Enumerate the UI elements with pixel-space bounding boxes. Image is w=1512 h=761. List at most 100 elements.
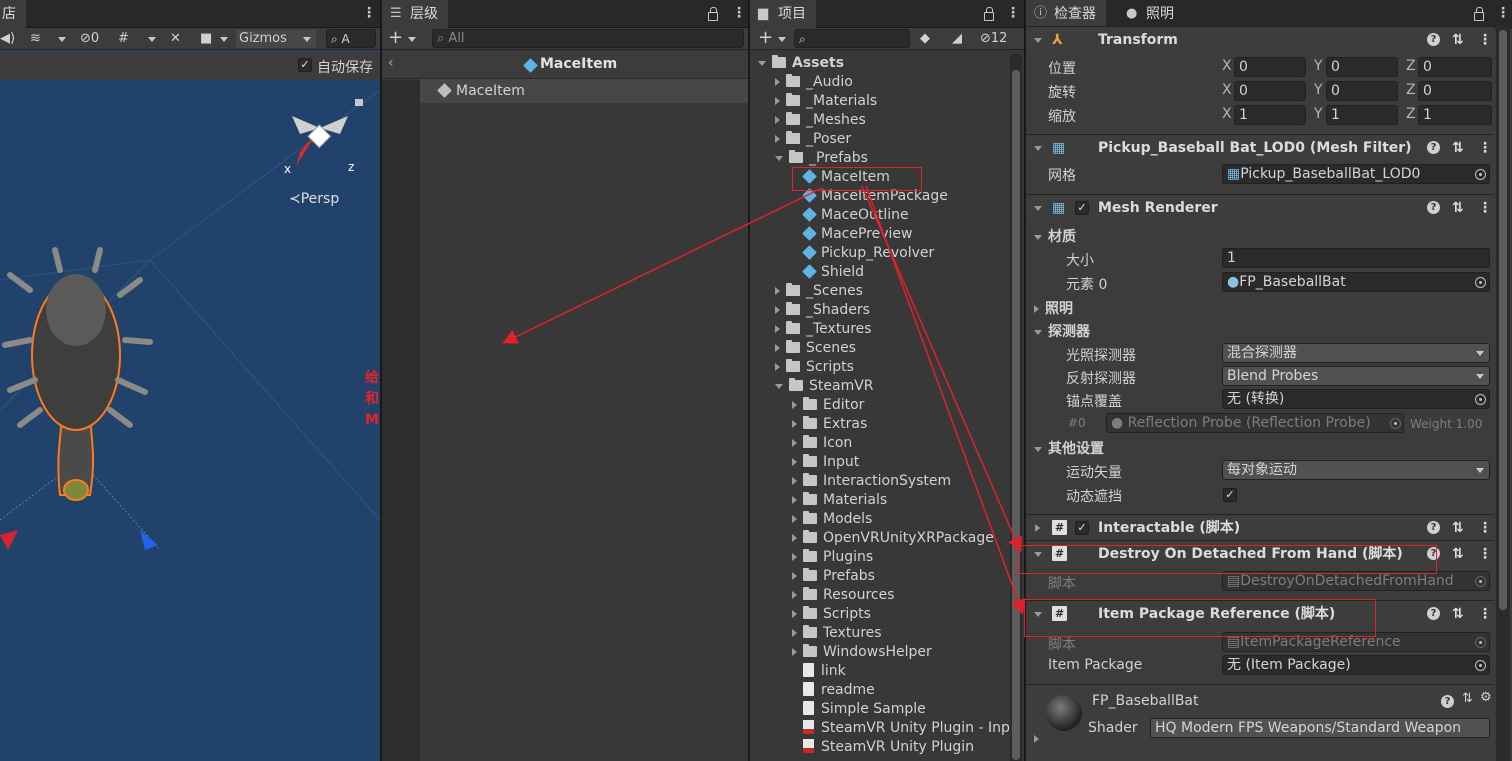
reflection-probes-dropdown[interactable]: Blend Probes: [1222, 366, 1490, 386]
interactable-enabled-checkbox[interactable]: ✓: [1075, 521, 1089, 535]
inspector-scroll-thumb[interactable]: [1499, 30, 1507, 610]
item-package-field[interactable]: 无 (Item Package): [1222, 655, 1490, 675]
expand-arrow-icon[interactable]: [792, 477, 797, 485]
preset-icon[interactable]: ⇅: [1452, 27, 1464, 53]
expand-arrow-icon[interactable]: [1034, 735, 1039, 743]
scene-more-icon[interactable]: ⋮: [362, 5, 376, 21]
project-tree-item[interactable]: _Prefabs: [750, 149, 1010, 168]
expand-arrow-icon[interactable]: [775, 116, 780, 124]
project-scrollbar[interactable]: [1010, 54, 1022, 761]
expand-arrow-icon[interactable]: [1034, 329, 1042, 335]
effects-dropdown-icon[interactable]: [58, 37, 66, 42]
expand-arrow-icon[interactable]: [792, 553, 797, 561]
size-field[interactable]: 1: [1222, 248, 1490, 268]
inspector-more-icon[interactable]: ⋮: [1496, 5, 1510, 21]
project-tree-item[interactable]: Input: [750, 453, 1010, 472]
expand-arrow-icon[interactable]: [775, 383, 783, 389]
project-tree-item[interactable]: SteamVR Unity Plugin - Inp: [750, 719, 1010, 738]
anchor-override-field[interactable]: 无 (转换): [1222, 389, 1490, 409]
expand-arrow-icon[interactable]: [775, 97, 780, 105]
lighting-tab[interactable]: ● 照明: [1118, 0, 1184, 28]
project-tree-item[interactable]: WindowsHelper: [750, 643, 1010, 662]
expand-arrow-icon[interactable]: [775, 78, 780, 86]
project-root-item[interactable]: Assets: [750, 54, 1010, 73]
mesh-renderer-header[interactable]: ▦ ✓ Mesh Renderer ? ⇅ ⋮: [1026, 194, 1494, 220]
shader-dropdown[interactable]: HQ Modern FPS Weapons/Standard Weapon: [1150, 718, 1490, 738]
persp-label[interactable]: ≺Persp: [289, 191, 339, 207]
expand-arrow-icon[interactable]: [775, 344, 780, 352]
transform-x-field[interactable]: 0: [1234, 81, 1306, 101]
expand-arrow-icon[interactable]: [792, 420, 797, 428]
project-tree-item[interactable]: MacePreview: [750, 225, 1010, 244]
expand-arrow-icon[interactable]: [792, 458, 797, 466]
transform-z-field[interactable]: 0: [1418, 57, 1492, 77]
camera-dropdown-icon[interactable]: [220, 37, 228, 42]
mesh-filter-header[interactable]: ▦ Pickup_Baseball Bat_LOD0 (Mesh Filter)…: [1026, 134, 1494, 160]
project-more-icon[interactable]: ⋮: [1006, 5, 1020, 21]
expand-arrow-icon[interactable]: [775, 155, 783, 161]
expand-arrow-icon[interactable]: [775, 306, 780, 314]
project-tree-item[interactable]: Resources: [750, 586, 1010, 605]
object-picker-icon[interactable]: [1475, 169, 1486, 180]
preset-icon[interactable]: ⇅: [1452, 601, 1464, 627]
expand-arrow-icon[interactable]: [792, 496, 797, 504]
gizmos-dropdown-icon[interactable]: [303, 37, 311, 42]
project-tree-item[interactable]: _Shaders: [750, 301, 1010, 320]
scene-search-input[interactable]: ⌕ A: [326, 29, 376, 48]
project-tab[interactable]: ▆ 项目: [750, 0, 816, 28]
preset-icon[interactable]: ⇅: [1452, 135, 1464, 161]
dropdown-arrow-icon[interactable]: [1476, 351, 1484, 356]
object-picker-icon[interactable]: [1475, 660, 1486, 671]
grid-icon[interactable]: #: [118, 30, 129, 48]
project-create-dropdown-icon[interactable]: [778, 37, 786, 42]
project-tree-item[interactable]: MaceOutline: [750, 206, 1010, 225]
back-arrow-icon[interactable]: ‹: [388, 55, 394, 71]
camera-icon[interactable]: ■: [200, 30, 212, 48]
project-tree-item[interactable]: Plugins: [750, 548, 1010, 567]
inspector-lock-icon[interactable]: [1474, 7, 1484, 21]
create-button[interactable]: +: [388, 29, 403, 48]
project-tree-item[interactable]: Prefabs: [750, 567, 1010, 586]
scene-viewport[interactable]: [0, 80, 380, 761]
expand-arrow-icon[interactable]: [775, 287, 780, 295]
motion-vectors-dropdown[interactable]: 每对象运动: [1222, 460, 1490, 480]
project-tree-item[interactable]: _Poser: [750, 130, 1010, 149]
project-tree-item[interactable]: Icon: [750, 434, 1010, 453]
help-icon[interactable]: ?: [1441, 695, 1454, 708]
expand-arrow-icon[interactable]: [792, 591, 797, 599]
transform-z-field[interactable]: 1: [1418, 105, 1492, 125]
preset-icon[interactable]: ⇅: [1452, 195, 1464, 221]
transform-x-field[interactable]: 1: [1234, 105, 1306, 125]
effects-icon[interactable]: ≋: [30, 30, 41, 48]
expand-arrow-icon[interactable]: [792, 648, 797, 656]
audio-icon[interactable]: ◀): [0, 30, 15, 48]
expand-arrow-icon[interactable]: [792, 439, 797, 447]
expand-arrow-icon[interactable]: [792, 610, 797, 618]
help-icon[interactable]: ?: [1427, 607, 1440, 620]
scene-tab[interactable]: 店: [0, 0, 26, 28]
transform-z-field[interactable]: 0: [1418, 81, 1492, 101]
inspector-tab[interactable]: ⓘ 检查器: [1026, 0, 1106, 28]
hierarchy-search-input[interactable]: ⌕ All: [432, 29, 744, 48]
expand-arrow-icon[interactable]: [792, 572, 797, 580]
expand-arrow-icon[interactable]: [792, 401, 797, 409]
hierarchy-more-icon[interactable]: ⋮: [732, 5, 746, 21]
expand-arrow-icon[interactable]: [1034, 38, 1042, 43]
light-probes-dropdown[interactable]: 混合探测器: [1222, 343, 1490, 363]
project-create-button[interactable]: +: [758, 29, 773, 48]
other-settings-foldout[interactable]: 其他设置: [1034, 438, 1104, 458]
help-icon[interactable]: ?: [1427, 521, 1440, 534]
expand-arrow-icon[interactable]: [1035, 524, 1040, 532]
help-icon[interactable]: ?: [1427, 141, 1440, 154]
transform-y-field[interactable]: 1: [1326, 105, 1398, 125]
auto-save-checkbox[interactable]: ✓: [298, 58, 312, 72]
component-more-icon[interactable]: ⋮: [1478, 195, 1492, 221]
inspector-scrollbar[interactable]: [1496, 26, 1510, 761]
expand-arrow-icon[interactable]: [1034, 305, 1039, 313]
expand-arrow-icon[interactable]: [758, 60, 766, 66]
expand-arrow-icon[interactable]: [1034, 234, 1042, 240]
expand-arrow-icon[interactable]: [1034, 206, 1042, 211]
expand-arrow-icon[interactable]: [775, 135, 780, 143]
lighting-foldout[interactable]: 照明: [1034, 298, 1073, 318]
project-tree-item[interactable]: Textures: [750, 624, 1010, 643]
